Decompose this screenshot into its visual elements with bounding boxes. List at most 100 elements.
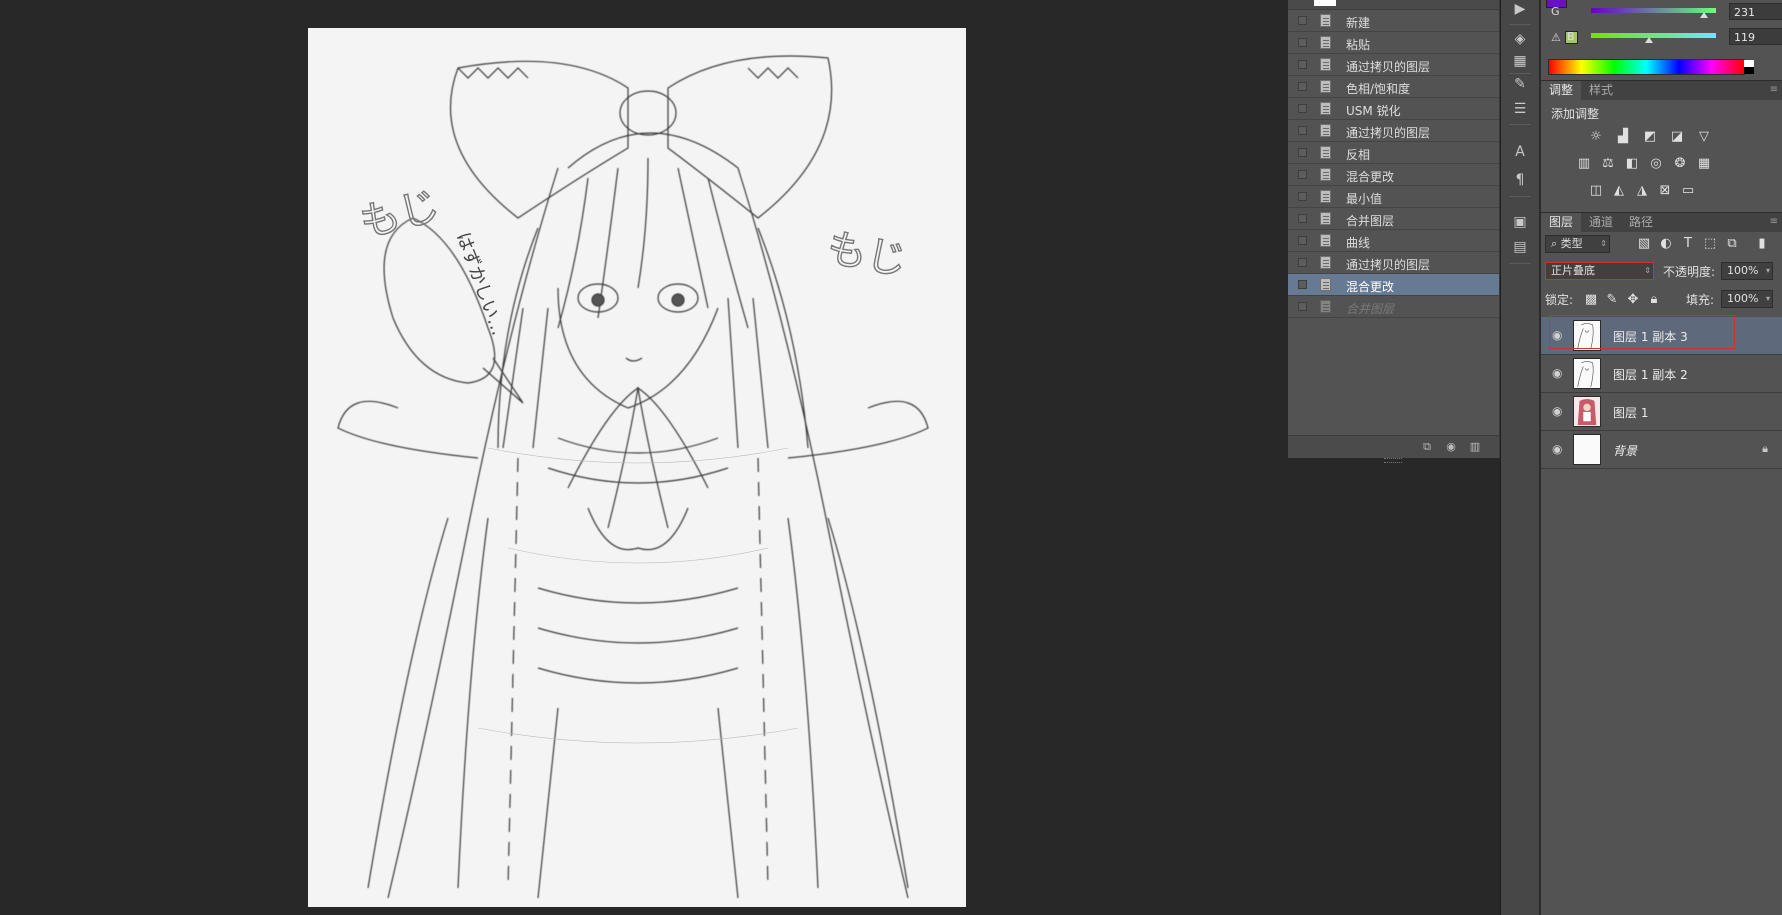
brightness-icon[interactable]: ☼ — [1588, 129, 1604, 145]
new-document-from-state-icon[interactable]: ⧉ — [1420, 440, 1434, 453]
history-item[interactable]: 曲线 — [1288, 230, 1499, 252]
play-icon[interactable]: ▶ — [1511, 0, 1529, 18]
panel-menu-icon[interactable]: ≡ — [1770, 84, 1778, 95]
layer-thumbnail[interactable] — [1573, 434, 1601, 465]
tab-layers[interactable]: 图层 — [1541, 213, 1582, 232]
visibility-eye-icon[interactable]: ◉ — [1552, 405, 1564, 417]
visibility-eye-icon[interactable]: ◉ — [1552, 367, 1564, 379]
snapshot-source-checkbox[interactable] — [1298, 170, 1307, 179]
snapshot-source-checkbox[interactable] — [1298, 236, 1307, 245]
brush-presets-icon[interactable]: ✎ — [1511, 75, 1529, 93]
tab-styles[interactable]: 样式 — [1581, 81, 1621, 100]
trash-icon[interactable]: ▥ — [1468, 440, 1482, 453]
filter-adjustment-icon[interactable]: ◐ — [1658, 236, 1674, 252]
history-item[interactable]: 反相 — [1288, 142, 1499, 164]
posterize-icon[interactable]: ◭ — [1611, 183, 1627, 199]
levels-icon[interactable]: ▟ — [1615, 129, 1631, 145]
b-slider-track[interactable] — [1591, 33, 1716, 38]
curves-icon[interactable]: ◩ — [1642, 129, 1658, 145]
snapshot-source-checkbox[interactable] — [1298, 302, 1307, 311]
layer-name[interactable]: 图层 1 — [1613, 404, 1648, 421]
snapshot-source-checkbox[interactable] — [1298, 126, 1307, 135]
tab-adjustments[interactable]: 调整 — [1541, 81, 1582, 100]
black-white-icon[interactable]: ◧ — [1624, 156, 1640, 172]
filter-toggle-icon[interactable]: ▮ — [1754, 236, 1770, 252]
lock-all-icon[interactable]: 🔒︎ — [1646, 292, 1662, 308]
resize-grip[interactable] — [1384, 458, 1402, 463]
history-item[interactable]: 通过拷贝的图层 — [1288, 54, 1499, 76]
layer-row[interactable]: ◉ 背景 🔒︎ — [1541, 431, 1782, 469]
panel-menu-icon[interactable]: ≡ — [1770, 216, 1778, 227]
visibility-eye-icon[interactable]: ◉ — [1552, 443, 1564, 455]
channel-mixer-icon[interactable]: ❂ — [1672, 156, 1688, 172]
layer-name[interactable]: 背景 — [1613, 442, 1637, 459]
document-canvas[interactable]: もじ もじ はずかしい… — [308, 28, 966, 907]
grid-icon[interactable]: ▦ — [1511, 52, 1529, 70]
snapshot-source-checkbox[interactable] — [1298, 148, 1307, 157]
history-item[interactable]: 通过拷贝的图层 — [1288, 252, 1499, 274]
history-item[interactable]: 新建 — [1288, 10, 1499, 32]
snapshot-source-checkbox[interactable] — [1298, 38, 1307, 47]
history-item[interactable]: 色相/饱和度 — [1288, 76, 1499, 98]
notes-icon[interactable]: ▤ — [1511, 238, 1529, 256]
layer-row[interactable]: ◉ 图层 1 副本 3 — [1541, 317, 1782, 355]
layer-row[interactable]: ◉ 图层 1 — [1541, 393, 1782, 431]
color-balance-icon[interactable]: ⚖ — [1600, 156, 1616, 172]
layer-row[interactable]: ◉ 图层 1 副本 2 — [1541, 355, 1782, 393]
filter-shape-icon[interactable]: ⬚ — [1702, 236, 1718, 252]
vibrance-icon[interactable]: ▽ — [1696, 129, 1712, 145]
exposure-icon[interactable]: ◪ — [1669, 129, 1685, 145]
tab-paths[interactable]: 路径 — [1621, 213, 1661, 232]
b-slider-thumb[interactable] — [1645, 37, 1654, 43]
selective-color-icon[interactable]: ⊠ — [1657, 183, 1673, 199]
layer-filter-select[interactable]: ⌕ 类型 ⇕ — [1545, 235, 1610, 253]
snapshot-source-checkbox[interactable] — [1298, 104, 1307, 113]
snapshot-source-checkbox[interactable] — [1298, 192, 1307, 201]
g-value-field[interactable]: 231 — [1729, 3, 1782, 20]
snapshot-thumbnail[interactable] — [1314, 0, 1336, 6]
opacity-field[interactable]: 100% ▾ — [1721, 262, 1773, 280]
invert-icon[interactable]: ◫ — [1588, 183, 1604, 199]
history-item[interactable]: 最小值 — [1288, 186, 1499, 208]
character-panel-icon[interactable]: A — [1511, 143, 1529, 161]
filter-pixel-icon[interactable]: ▧ — [1636, 236, 1652, 252]
lock-transparent-icon[interactable]: ▩ — [1583, 292, 1599, 308]
camera-icon[interactable]: ◉ — [1444, 440, 1458, 453]
layer-thumbnail[interactable] — [1573, 320, 1601, 351]
tool-presets-icon[interactable]: ☰ — [1511, 100, 1529, 118]
color-lookup-icon[interactable]: ▦ — [1696, 156, 1712, 172]
snapshot-source-checkbox[interactable] — [1298, 258, 1307, 267]
history-item[interactable]: 合并图层 — [1288, 208, 1499, 230]
snapshot-source-checkbox[interactable] — [1298, 16, 1307, 25]
filter-type-icon[interactable]: T — [1680, 236, 1696, 252]
history-item[interactable]: 粘贴 — [1288, 32, 1499, 54]
layer-name[interactable]: 图层 1 副本 2 — [1613, 366, 1688, 383]
g-slider-track[interactable] — [1591, 8, 1716, 13]
history-item[interactable]: 通过拷贝的图层 — [1288, 120, 1499, 142]
photo-filter-icon[interactable]: ◎ — [1648, 156, 1664, 172]
history-item[interactable]: 合并图层 — [1288, 296, 1499, 318]
lock-position-icon[interactable]: ✥ — [1625, 292, 1641, 308]
threshold-icon[interactable]: ◮ — [1634, 183, 1650, 199]
hue-saturation-icon[interactable]: ▥ — [1576, 156, 1592, 172]
paragraph-icon[interactable]: ¶ — [1511, 171, 1529, 189]
layer-name[interactable]: 图层 1 副本 3 — [1613, 328, 1688, 345]
snapshot-source-checkbox[interactable] — [1298, 280, 1307, 289]
tab-channels[interactable]: 通道 — [1581, 213, 1621, 232]
lock-image-icon[interactable]: ✎ — [1604, 292, 1620, 308]
cube-3d-icon[interactable]: ◈ — [1511, 30, 1529, 48]
layer-thumbnail[interactable] — [1573, 396, 1601, 427]
snapshot-source-checkbox[interactable] — [1298, 60, 1307, 69]
filter-smart-object-icon[interactable]: ⧉ — [1724, 236, 1740, 252]
fill-field[interactable]: 100% ▾ — [1721, 290, 1773, 308]
history-item[interactable]: 混合更改 — [1288, 274, 1499, 296]
history-item[interactable]: USM 锐化 — [1288, 98, 1499, 120]
lock-icon[interactable]: 🔒︎ — [1762, 442, 1768, 456]
b-value-field[interactable]: 119 — [1729, 28, 1782, 45]
gradient-map-icon[interactable]: ▭ — [1680, 183, 1696, 199]
color-spectrum-bar[interactable] — [1548, 59, 1754, 75]
layer-comps-icon[interactable]: ▣ — [1511, 213, 1529, 231]
snapshot-source-checkbox[interactable] — [1298, 82, 1307, 91]
visibility-eye-icon[interactable]: ◉ — [1552, 329, 1564, 341]
blend-mode-select[interactable]: 正片叠底 ⇕ — [1545, 262, 1654, 280]
